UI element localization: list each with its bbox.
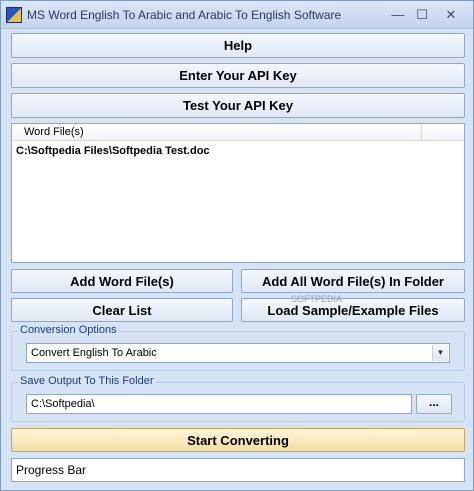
minimize-icon[interactable]: — (386, 5, 410, 25)
enter-api-key-button[interactable]: Enter Your API Key (11, 63, 465, 88)
close-icon[interactable]: ✕ (434, 5, 468, 25)
save-output-group: Save Output To This Folder ... (11, 375, 465, 422)
word-file-list[interactable]: Word File(s) C:\Softpedia Files\Softpedi… (11, 123, 465, 263)
conversion-options-group: Conversion Options Convert English To Ar… (11, 324, 465, 371)
add-word-files-button[interactable]: Add Word File(s) (11, 269, 233, 293)
app-window: MS Word English To Arabic and Arabic To … (0, 0, 474, 491)
list-header: Word File(s) (12, 124, 464, 141)
start-converting-button[interactable]: Start Converting (11, 428, 465, 452)
add-all-in-folder-button[interactable]: Add All Word File(s) In Folder (241, 269, 465, 293)
conversion-select[interactable]: Convert English To Arabic ▼ (26, 343, 450, 363)
column-header-word-files[interactable]: Word File(s) (12, 124, 422, 141)
list-item[interactable]: C:\Softpedia Files\Softpedia Test.doc (16, 144, 210, 159)
softpedia-watermark: SOFTPEDIA (291, 294, 343, 304)
load-samples-button[interactable]: Load Sample/Example Files (241, 298, 465, 322)
output-folder-input[interactable] (26, 394, 412, 414)
progress-bar: Progress Bar (11, 458, 465, 482)
window-title: MS Word English To Arabic and Arabic To … (27, 8, 342, 22)
clear-list-button[interactable]: Clear List (11, 298, 233, 322)
conversion-options-label: Conversion Options (18, 324, 119, 336)
test-api-key-button[interactable]: Test Your API Key (11, 93, 465, 118)
title-bar: MS Word English To Arabic and Arabic To … (1, 1, 473, 29)
app-icon (6, 7, 22, 23)
help-button[interactable]: Help (11, 33, 465, 58)
conversion-selected-value: Convert English To Arabic (31, 347, 157, 359)
browse-button[interactable]: ... (416, 394, 452, 414)
chevron-down-icon[interactable]: ▼ (432, 345, 448, 361)
maximize-icon[interactable]: ☐ (410, 5, 434, 25)
save-output-label: Save Output To This Folder (18, 375, 156, 387)
